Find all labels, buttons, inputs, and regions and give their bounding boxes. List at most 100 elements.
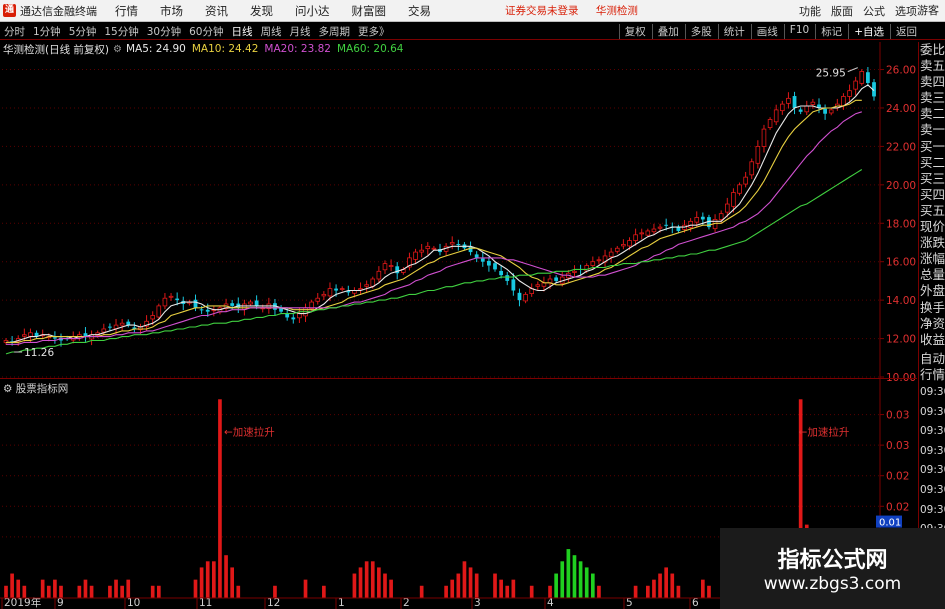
tab-15min[interactable]: 15分钟 <box>104 24 138 39</box>
candle-body <box>761 128 767 147</box>
menu-item-discover[interactable]: 发现 <box>250 3 273 19</box>
tab-intraday[interactable]: 分时 <box>4 24 25 39</box>
candle-body <box>321 293 327 297</box>
tool-back[interactable]: 返回 <box>890 24 917 39</box>
menu-item-ask[interactable]: 问小达 <box>295 3 330 19</box>
candle-body <box>493 263 497 270</box>
side-label-turnover: 换手 <box>920 299 945 315</box>
tab-daily[interactable]: 日线 <box>232 24 253 39</box>
price-axis-label: 22.00 <box>886 141 916 153</box>
indicator-bar <box>16 579 21 598</box>
indicator-axis-label: 0.02 <box>886 471 909 483</box>
ma-line-ma5 <box>6 84 875 343</box>
tab-multi-period[interactable]: 多周期 <box>319 24 351 39</box>
tab-5min[interactable]: 5分钟 <box>69 24 97 39</box>
side-label-bid5: 买五 <box>920 202 945 218</box>
menu-item-news[interactable]: 资讯 <box>205 3 228 19</box>
tab-weekly[interactable]: 周线 <box>261 24 282 39</box>
tab-30min[interactable]: 30分钟 <box>147 24 181 39</box>
candle-body <box>608 251 614 258</box>
candle-body <box>474 254 479 258</box>
price-axis-label: 20.00 <box>886 180 916 192</box>
tick-time: 09:30 <box>920 425 945 438</box>
menu-item-market[interactable]: 市场 <box>160 3 183 19</box>
menu-item-wealth[interactable]: 财富圈 <box>352 3 387 19</box>
candle-body <box>755 145 761 164</box>
candle-body <box>53 337 57 339</box>
candle-body <box>119 322 125 326</box>
candle-body <box>162 297 168 307</box>
candle-body <box>376 270 382 280</box>
tab-monthly[interactable]: 月线 <box>290 24 311 39</box>
candle-body <box>694 217 700 223</box>
period-tabs: 分时 1分钟 5分钟 15分钟 30分钟 60分钟 日线 周线 月线 多周期 更… <box>4 24 398 39</box>
tool-multi-stock[interactable]: 多股 <box>684 24 712 39</box>
candle-body <box>627 240 632 247</box>
candle-body <box>175 298 180 301</box>
candle-body <box>199 309 204 311</box>
tool-f10[interactable]: F10 <box>783 24 809 39</box>
tool-adjust[interactable]: 复权 <box>618 24 646 39</box>
menu-item-formula[interactable]: 公式 <box>863 3 885 19</box>
tool-draw[interactable]: 画线 <box>750 24 778 39</box>
tool-mark[interactable]: 标记 <box>815 24 842 39</box>
side-label-bid1: 买一 <box>920 138 945 154</box>
candle-body <box>590 261 596 266</box>
indicator-bar <box>120 585 124 598</box>
side-label-bid2: 买二 <box>920 154 945 170</box>
candle-body <box>651 228 657 233</box>
panel-divider[interactable] <box>0 378 917 379</box>
side-label-auto[interactable]: 自动 <box>919 351 945 367</box>
side-label-change-pct: 涨幅 <box>920 251 945 267</box>
ma20-value: MA20: 23.82 <box>264 43 331 55</box>
candle-body <box>108 326 112 328</box>
menu-item-trade[interactable]: 交易 <box>408 3 431 19</box>
tool-add-watchlist[interactable]: +自选 <box>848 24 884 39</box>
indicator-title[interactable]: ⚙ 股票指标网 <box>3 381 68 396</box>
menu-item-function[interactable]: 功能 <box>799 3 821 19</box>
candle-body <box>865 72 870 83</box>
candle-body <box>614 247 620 252</box>
candle-body <box>853 80 858 90</box>
guest-user[interactable]: 游客 <box>917 0 939 21</box>
tab-more[interactable]: 更多》 <box>358 24 390 39</box>
x-axis-label: 4 <box>547 597 554 609</box>
candle-body <box>156 305 162 318</box>
ma60-value: MA60: 20.64 <box>336 43 404 55</box>
indicator-bar <box>10 573 14 598</box>
current-stock-name[interactable]: 华测检测 <box>596 5 638 17</box>
candle-body <box>230 303 235 306</box>
login-status[interactable]: 证券交易未登录 <box>505 5 579 17</box>
indicator-settings-icon[interactable]: ⚙ <box>113 44 122 55</box>
menu-item-options[interactable]: 选项 <box>895 3 917 19</box>
candle-body <box>798 109 803 112</box>
candle-body <box>382 263 388 271</box>
menu-item-layout[interactable]: 版面 <box>831 3 853 19</box>
indicator-settings-icon[interactable]: ⚙ <box>3 383 12 395</box>
tab-60min[interactable]: 60分钟 <box>189 24 223 39</box>
candle-body <box>449 242 455 245</box>
indicator-bar <box>193 579 198 598</box>
indicator-bar <box>370 561 375 598</box>
candle-body <box>511 279 516 291</box>
indicator-bar <box>444 585 448 598</box>
tool-stats[interactable]: 统计 <box>717 24 745 39</box>
tool-overlay[interactable]: 叠加 <box>651 24 679 39</box>
candle-body <box>749 161 755 176</box>
stock-label[interactable]: 华测检测(日线 前复权) <box>3 42 109 57</box>
indicator-bar <box>83 579 88 598</box>
candle-body <box>205 309 210 312</box>
candle-body <box>676 227 681 231</box>
tab-1min[interactable]: 1分钟 <box>33 24 61 39</box>
indicator-bar <box>40 579 45 598</box>
indicator-bar <box>205 561 210 598</box>
indicator-bar <box>572 555 577 598</box>
indicator-bar <box>462 561 467 598</box>
indicator-bar <box>554 573 558 598</box>
kline-chart[interactable]: 26.00 24.00 22.00 20.00 18.00 16.00 14.00 12.00… <box>0 0 917 609</box>
menu-item-quotes[interactable]: 行情 <box>115 3 138 19</box>
side-label-quote[interactable]: 行情 <box>919 367 945 383</box>
candle-body <box>810 101 816 105</box>
indicator-bar <box>46 585 51 598</box>
candle-body <box>572 270 577 273</box>
